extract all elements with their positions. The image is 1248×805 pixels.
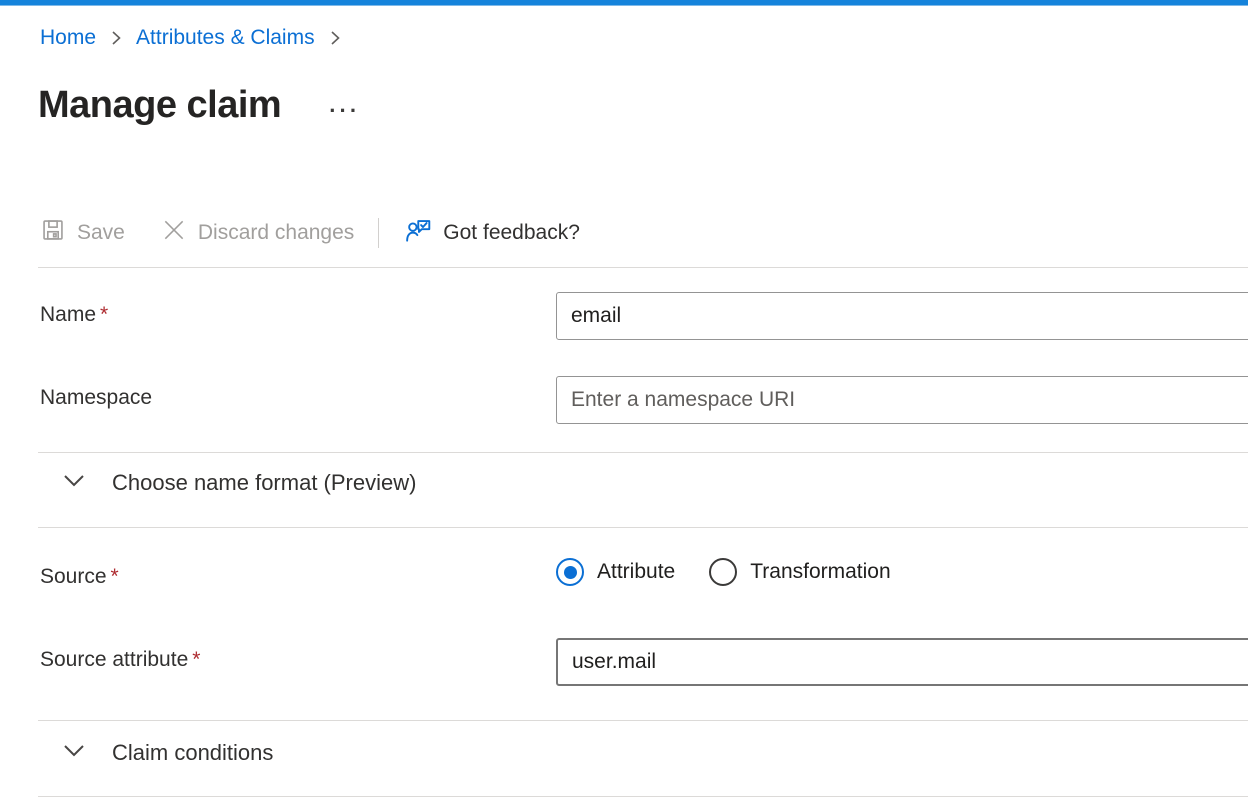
save-icon <box>40 217 66 249</box>
source-field-label: Source* <box>40 565 119 589</box>
namespace-field-label: Namespace <box>40 386 152 410</box>
namespace-input[interactable] <box>556 376 1248 424</box>
top-accent-bar <box>0 0 1248 6</box>
section-claim-conditions[interactable]: Claim conditions <box>62 740 273 766</box>
name-input[interactable] <box>556 292 1248 340</box>
chevron-right-icon <box>108 29 124 47</box>
namespace-label-text: Namespace <box>40 386 152 409</box>
radio-selected-icon <box>556 558 584 586</box>
section-choose-name-format-label: Choose name format (Preview) <box>112 470 416 496</box>
title-row: Manage claim ··· <box>38 84 360 127</box>
required-asterisk: * <box>100 303 108 326</box>
divider <box>38 796 1248 797</box>
breadcrumb: Home Attributes & Claims <box>40 26 343 50</box>
chevron-right-icon <box>327 29 343 47</box>
close-icon <box>161 217 187 249</box>
section-claim-conditions-label: Claim conditions <box>112 740 273 766</box>
page-title: Manage claim <box>38 84 281 127</box>
manage-claim-page: { "breadcrumb": { "items": [ { "label": … <box>0 0 1248 805</box>
source-attribute-label-text: Source attribute <box>40 648 188 671</box>
save-label: Save <box>77 221 125 245</box>
divider <box>38 527 1248 528</box>
source-label-text: Source <box>40 565 107 588</box>
section-choose-name-format[interactable]: Choose name format (Preview) <box>62 470 416 496</box>
chevron-down-icon <box>62 740 86 766</box>
name-field-label: Name* <box>40 303 108 327</box>
feedback-icon <box>405 217 432 250</box>
save-button[interactable]: Save <box>40 217 125 249</box>
required-asterisk: * <box>192 648 200 671</box>
more-options-icon[interactable]: ··· <box>329 88 360 124</box>
divider <box>38 720 1248 721</box>
discard-changes-button[interactable]: Discard changes <box>161 217 354 249</box>
radio-option-transformation[interactable]: Transformation <box>709 558 890 586</box>
divider <box>38 452 1248 453</box>
chevron-down-icon <box>62 470 86 496</box>
toolbar-separator <box>378 218 379 248</box>
breadcrumb-home-link[interactable]: Home <box>40 26 96 50</box>
radio-transformation-label: Transformation <box>750 560 890 584</box>
discard-changes-label: Discard changes <box>198 221 354 245</box>
source-radio-group: Attribute Transformation <box>556 558 891 586</box>
radio-unselected-icon <box>709 558 737 586</box>
radio-option-attribute[interactable]: Attribute <box>556 558 675 586</box>
divider <box>38 267 1248 268</box>
name-label-text: Name <box>40 303 96 326</box>
source-attribute-input[interactable] <box>556 638 1248 686</box>
required-asterisk: * <box>111 565 119 588</box>
got-feedback-button[interactable]: Got feedback? <box>405 217 580 250</box>
breadcrumb-attributes-claims-link[interactable]: Attributes & Claims <box>136 26 315 50</box>
command-toolbar: Save Discard changes Got feedback? <box>40 210 580 256</box>
got-feedback-label: Got feedback? <box>443 221 580 245</box>
source-attribute-field-label: Source attribute* <box>40 648 200 672</box>
radio-attribute-label: Attribute <box>597 560 675 584</box>
